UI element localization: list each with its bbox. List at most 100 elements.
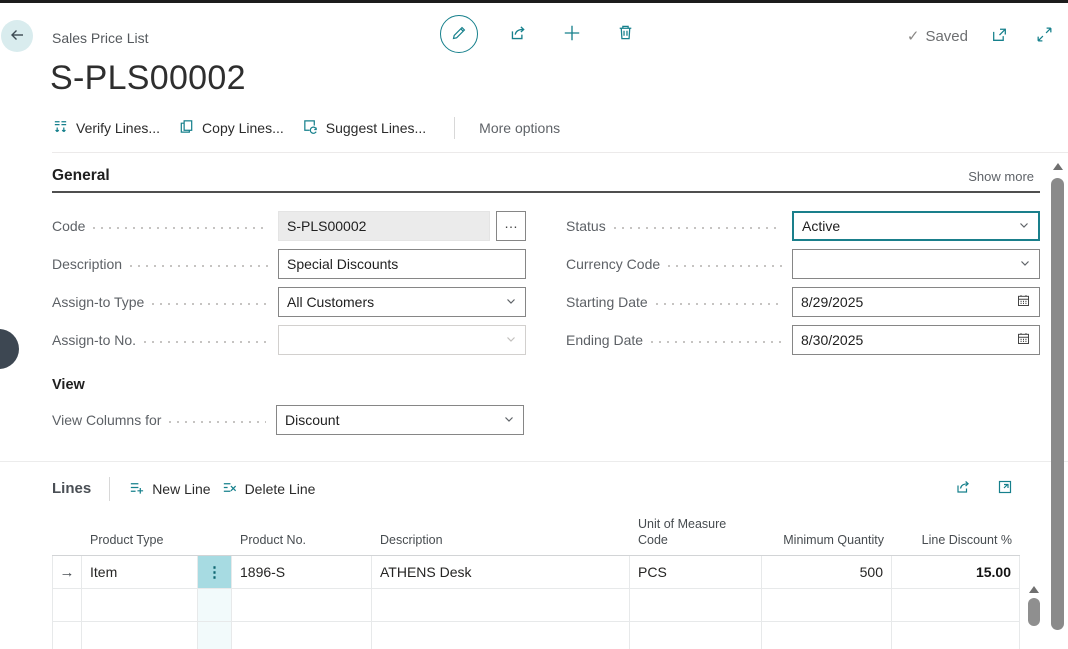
show-more-link[interactable]: Show more xyxy=(962,168,1040,185)
open-in-window-button[interactable] xyxy=(986,21,1013,51)
currency-code-field-row: Currency Code xyxy=(566,249,1040,279)
delete-button[interactable] xyxy=(612,19,639,49)
description-input[interactable] xyxy=(278,249,526,279)
cell-description[interactable]: ATHENS Desk xyxy=(372,556,630,589)
cell-product-type[interactable] xyxy=(82,589,198,622)
scroll-up-arrow-icon[interactable] xyxy=(1029,586,1039,593)
ending-date-label: Ending Date xyxy=(566,332,643,348)
expand-page-button[interactable] xyxy=(1031,21,1058,51)
command-bar-divider xyxy=(454,117,455,139)
left-edge-floating-button[interactable] xyxy=(0,329,19,369)
page-caption: Sales Price List xyxy=(52,30,148,46)
verify-lines-button[interactable]: Verify Lines... xyxy=(52,114,170,142)
scroll-up-arrow-icon[interactable] xyxy=(1053,163,1063,170)
row-indicator-cell xyxy=(52,622,82,649)
code-field-row: Code S-PLS00002 … xyxy=(52,211,526,241)
page-scrollbar[interactable] xyxy=(1050,163,1065,630)
col-header-description[interactable]: Description xyxy=(372,513,630,556)
open-lines-in-new-button[interactable] xyxy=(992,474,1018,503)
table-row: → Item ⋮ 1896-S ATHENS Desk PCS 500 15.0… xyxy=(52,556,1020,589)
cell-line-discount[interactable] xyxy=(892,589,1020,622)
popout-icon xyxy=(996,478,1014,499)
assign-to-type-dropdown[interactable]: All Customers xyxy=(278,287,526,317)
code-assist-button[interactable]: … xyxy=(496,211,526,241)
verify-lines-icon xyxy=(52,118,69,138)
suggest-lines-label: Suggest Lines... xyxy=(326,120,426,136)
back-arrow-icon xyxy=(8,26,26,47)
view-columns-row: View Columns for Discount xyxy=(52,405,524,435)
dotted-leader xyxy=(648,287,792,317)
dotted-leader xyxy=(136,325,278,355)
suggest-lines-button[interactable]: Suggest Lines... xyxy=(302,114,436,142)
new-button[interactable] xyxy=(558,19,586,50)
share-lines-button[interactable] xyxy=(950,474,976,503)
assign-to-no-field-row: Assign-to No. xyxy=(52,325,526,355)
cell-line-discount[interactable]: 15.00 xyxy=(892,556,1020,589)
col-header-product-type[interactable]: Product Type xyxy=(82,513,198,556)
delete-line-button[interactable]: Delete Line xyxy=(221,475,326,503)
row-menu-cell[interactable] xyxy=(198,622,232,649)
cell-description[interactable] xyxy=(372,589,630,622)
cell-line-discount[interactable] xyxy=(892,622,1020,649)
cell-minimum-quantity[interactable] xyxy=(762,622,892,649)
col-header-uom-code[interactable]: Unit of Measure Code xyxy=(630,513,762,556)
starting-date-value: 8/29/2025 xyxy=(801,294,863,310)
plus-icon xyxy=(562,23,582,46)
verify-lines-label: Verify Lines... xyxy=(76,120,160,136)
cell-uom-code[interactable] xyxy=(630,589,762,622)
edit-button[interactable] xyxy=(440,15,478,53)
cell-product-no[interactable] xyxy=(232,589,372,622)
cell-minimum-quantity[interactable] xyxy=(762,589,892,622)
starting-date-field[interactable]: 8/29/2025 xyxy=(792,287,1040,317)
lines-table-header: Product Type Product No. Description Uni… xyxy=(52,513,1020,556)
popout-window-icon xyxy=(990,25,1009,47)
page-header: Sales Price List xyxy=(0,3,1068,55)
dotted-leader xyxy=(606,211,792,241)
cell-uom-code[interactable] xyxy=(630,622,762,649)
currency-code-dropdown[interactable] xyxy=(792,249,1040,279)
starting-date-field-row: Starting Date 8/29/2025 xyxy=(566,287,1040,317)
sales-price-list-page: Sales Price List xyxy=(0,0,1068,649)
col-header-product-no[interactable]: Product No. xyxy=(232,513,372,556)
table-row-empty xyxy=(52,622,1020,649)
cell-product-type[interactable] xyxy=(82,622,198,649)
view-columns-dropdown[interactable]: Discount xyxy=(276,405,524,435)
code-field[interactable]: S-PLS00002 xyxy=(278,211,490,241)
currency-code-label: Currency Code xyxy=(566,256,660,272)
table-scrollbar[interactable] xyxy=(1026,586,1042,626)
section-divider xyxy=(0,461,1068,462)
status-label: Status xyxy=(566,218,606,234)
view-heading: View xyxy=(52,377,1068,393)
save-status: ✓ Saved xyxy=(907,27,968,45)
page-scrollbar-thumb[interactable] xyxy=(1051,178,1064,630)
share-button[interactable] xyxy=(504,19,532,50)
command-bar: Verify Lines... Copy Lines... Suggest Li… xyxy=(52,114,1068,153)
row-menu-cell[interactable] xyxy=(198,589,232,622)
copy-lines-label: Copy Lines... xyxy=(202,120,284,136)
cell-product-type[interactable]: Item xyxy=(82,556,198,589)
cell-product-no[interactable]: 1896-S xyxy=(232,556,372,589)
lines-section-header: Lines New Line Delete Line xyxy=(52,474,1040,503)
cell-product-no[interactable] xyxy=(232,622,372,649)
assign-to-type-label: Assign-to Type xyxy=(52,294,144,310)
cell-description[interactable] xyxy=(372,622,630,649)
col-header-minimum-quantity[interactable]: Minimum Quantity xyxy=(762,513,892,556)
status-dropdown[interactable]: Active xyxy=(792,211,1040,241)
col-header-row-menu xyxy=(198,513,232,556)
table-scrollbar-thumb[interactable] xyxy=(1028,598,1040,626)
header-actions xyxy=(440,15,639,53)
row-menu-cell[interactable]: ⋮ xyxy=(198,556,232,589)
new-line-button[interactable]: New Line xyxy=(128,475,220,503)
saved-label: Saved xyxy=(925,28,968,45)
copy-lines-button[interactable]: Copy Lines... xyxy=(178,114,294,142)
col-header-line-discount[interactable]: Line Discount % xyxy=(892,513,1020,556)
more-options-button[interactable]: More options xyxy=(473,119,566,137)
cell-uom-code[interactable]: PCS xyxy=(630,556,762,589)
back-button[interactable] xyxy=(1,20,33,52)
ending-date-field[interactable]: 8/30/2025 xyxy=(792,325,1040,355)
form-left-column: Code S-PLS00002 … Description Assign-to … xyxy=(52,211,526,363)
chevron-down-icon xyxy=(505,332,517,348)
form-right-column: Status Active Currency Code xyxy=(566,211,1040,363)
dotted-leader xyxy=(144,287,278,317)
cell-minimum-quantity[interactable]: 500 xyxy=(762,556,892,589)
